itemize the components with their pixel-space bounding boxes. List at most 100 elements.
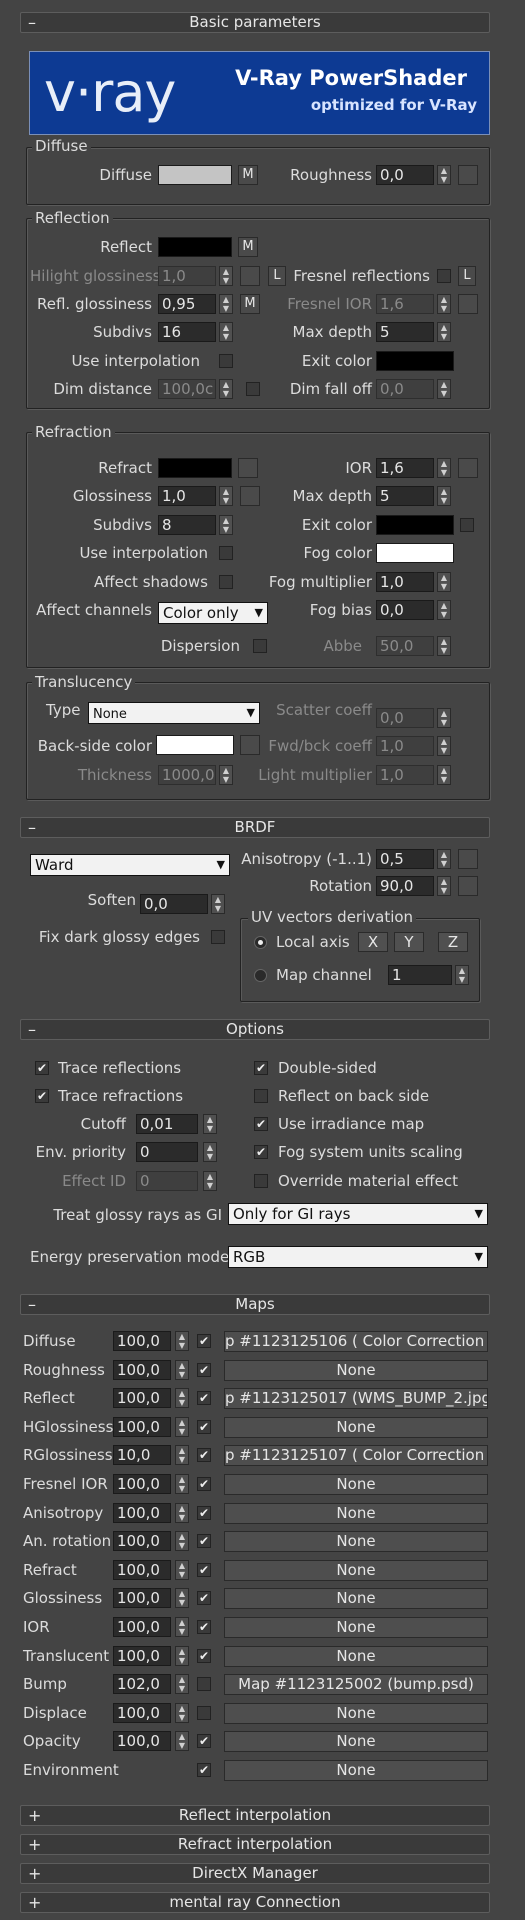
- z-axis-button[interactable]: Z: [438, 932, 468, 952]
- refl-glossiness-map-button[interactable]: M: [240, 294, 260, 314]
- fix-dark-glossy-checkbox[interactable]: [211, 930, 225, 944]
- map-amount-spinner[interactable]: ▲ ▼: [175, 1503, 189, 1523]
- map-amount-spinner[interactable]: ▲ ▼: [175, 1445, 189, 1465]
- map-amount-spinner[interactable]: ▲ ▼: [175, 1703, 189, 1723]
- map-enable-checkbox[interactable]: ✔: [197, 1448, 211, 1462]
- roughness-field[interactable]: 0,0: [376, 165, 434, 185]
- rollout-maps[interactable]: – Maps: [20, 1294, 490, 1315]
- double-sided-checkbox[interactable]: ✔: [254, 1061, 268, 1075]
- map-amount-spinner[interactable]: ▲ ▼: [175, 1388, 189, 1408]
- map-amount-field[interactable]: 100,0: [113, 1417, 171, 1437]
- light-multiplier-field[interactable]: 1,0: [376, 765, 434, 785]
- map-enable-checkbox[interactable]: ✔: [197, 1649, 211, 1663]
- map-amount-spinner[interactable]: ▲ ▼: [175, 1646, 189, 1666]
- rollout-refract-interpolation[interactable]: + Refract interpolation: [20, 1834, 490, 1855]
- dim-distance-checkbox[interactable]: [246, 382, 260, 396]
- anisotropy-map-button[interactable]: [458, 849, 478, 869]
- map-slot-button[interactable]: p #1123125017 (WMS_BUMP_2.jpg): [224, 1388, 488, 1409]
- rollout-brdf[interactable]: – BRDF: [20, 817, 490, 838]
- map-amount-spinner[interactable]: ▲ ▼: [175, 1360, 189, 1380]
- use-interpolation-checkbox[interactable]: [219, 546, 233, 560]
- scatter-coeff-spinner[interactable]: ▲ ▼: [437, 708, 451, 728]
- reflect-color-swatch[interactable]: [158, 237, 232, 257]
- reflect-back-checkbox[interactable]: [254, 1089, 268, 1103]
- hilight-map-button[interactable]: [240, 266, 260, 286]
- fwd-bck-coeff-spinner[interactable]: ▲ ▼: [437, 736, 451, 756]
- map-enable-checkbox[interactable]: ✔: [197, 1420, 211, 1434]
- max-depth-spinner[interactable]: ▲ ▼: [437, 322, 451, 342]
- dim-distance-spinner[interactable]: ▲ ▼: [219, 379, 233, 399]
- affect-shadows-checkbox[interactable]: [219, 575, 233, 589]
- map-slot-button[interactable]: None: [224, 1617, 488, 1638]
- map-amount-spinner[interactable]: ▲ ▼: [175, 1331, 189, 1351]
- map-amount-spinner[interactable]: ▲ ▼: [175, 1731, 189, 1751]
- fresnel-ior-map-button[interactable]: [458, 294, 478, 314]
- max-depth-field[interactable]: 5: [376, 322, 434, 342]
- map-amount-field[interactable]: 100,0: [113, 1331, 171, 1351]
- map-amount-field[interactable]: 100,0: [113, 1388, 171, 1408]
- thickness-field[interactable]: 1000,0: [158, 765, 216, 785]
- refl-glossiness-field[interactable]: 0,95: [158, 294, 216, 314]
- fog-bias-field[interactable]: 0,0: [376, 600, 434, 620]
- subdivs-spinner[interactable]: ▲ ▼: [219, 515, 233, 535]
- subdivs-field[interactable]: 8: [158, 515, 216, 535]
- effect-id-field[interactable]: 0: [136, 1171, 198, 1191]
- reflect-map-button[interactable]: M: [238, 237, 258, 257]
- map-enable-checkbox[interactable]: ✔: [197, 1763, 211, 1777]
- light-multiplier-spinner[interactable]: ▲ ▼: [437, 765, 451, 785]
- glossiness-field[interactable]: 1,0: [158, 486, 216, 506]
- effect-id-spinner[interactable]: ▲ ▼: [203, 1171, 217, 1191]
- subdivs-spinner[interactable]: ▲ ▼: [219, 322, 233, 342]
- env-priority-spinner[interactable]: ▲ ▼: [203, 1142, 217, 1162]
- map-enable-checkbox[interactable]: ✔: [197, 1363, 211, 1377]
- exit-color-swatch[interactable]: [376, 351, 454, 371]
- rotation-map-button[interactable]: [458, 876, 478, 896]
- exit-color-swatch[interactable]: [376, 515, 454, 535]
- rotation-field[interactable]: 90,0: [376, 876, 434, 896]
- map-enable-checkbox[interactable]: [197, 1677, 211, 1691]
- map-slot-button[interactable]: None: [224, 1531, 488, 1552]
- max-depth-spinner[interactable]: ▲ ▼: [437, 486, 451, 506]
- map-amount-field[interactable]: 10,0: [113, 1445, 171, 1465]
- map-amount-spinner[interactable]: ▲ ▼: [175, 1474, 189, 1494]
- hilight-spinner[interactable]: ▲ ▼: [219, 266, 233, 286]
- map-slot-button[interactable]: None: [224, 1588, 488, 1609]
- soften-field[interactable]: 0,0: [140, 894, 208, 914]
- back-side-color-swatch[interactable]: [156, 735, 234, 755]
- map-slot-button[interactable]: None: [224, 1474, 488, 1495]
- affect-channels-dropdown[interactable]: Color only ▼: [158, 602, 268, 624]
- map-slot-button[interactable]: None: [224, 1360, 488, 1381]
- glossiness-spinner[interactable]: ▲ ▼: [219, 486, 233, 506]
- refl-glossiness-spinner[interactable]: ▲ ▼: [219, 294, 233, 314]
- map-amount-field[interactable]: 100,0: [113, 1588, 171, 1608]
- dim-distance-field[interactable]: 100,0c: [158, 379, 216, 399]
- diffuse-map-button[interactable]: M: [238, 165, 258, 185]
- use-interpolation-checkbox[interactable]: [219, 354, 233, 368]
- dim-falloff-spinner[interactable]: ▲ ▼: [437, 379, 451, 399]
- map-enable-checkbox[interactable]: ✔: [197, 1734, 211, 1748]
- map-channel-spinner[interactable]: ▲ ▼: [455, 965, 469, 985]
- ior-field[interactable]: 1,6: [376, 458, 434, 478]
- map-enable-checkbox[interactable]: ✔: [197, 1477, 211, 1491]
- roughness-map-button[interactable]: [458, 165, 478, 185]
- map-slot-button[interactable]: None: [224, 1646, 488, 1667]
- brdf-type-dropdown[interactable]: Ward ▼: [30, 854, 230, 876]
- map-slot-button[interactable]: None: [224, 1703, 488, 1724]
- fog-bias-spinner[interactable]: ▲ ▼: [437, 600, 451, 620]
- abbe-field[interactable]: 50,0: [376, 636, 434, 656]
- fwd-bck-coeff-field[interactable]: 1,0: [376, 736, 434, 756]
- y-axis-button[interactable]: Y: [394, 932, 424, 952]
- map-amount-spinner[interactable]: ▲ ▼: [175, 1531, 189, 1551]
- map-amount-spinner[interactable]: ▲ ▼: [175, 1588, 189, 1608]
- fog-color-swatch[interactable]: [376, 543, 454, 563]
- treat-glossy-dropdown[interactable]: Only for GI rays ▼: [228, 1203, 488, 1225]
- map-slot-button[interactable]: p #1123125107 ( Color Correction ): [224, 1445, 488, 1466]
- trace-refractions-checkbox[interactable]: ✔: [35, 1089, 49, 1103]
- scatter-coeff-field[interactable]: 0,0: [376, 708, 434, 728]
- fog-multiplier-spinner[interactable]: ▲ ▼: [437, 572, 451, 592]
- map-amount-field[interactable]: 100,0: [113, 1703, 171, 1723]
- override-effect-checkbox[interactable]: [254, 1174, 268, 1188]
- map-slot-button[interactable]: None: [224, 1731, 488, 1752]
- back-side-map-button[interactable]: [240, 735, 260, 755]
- translucency-type-dropdown[interactable]: None ▼: [88, 702, 260, 724]
